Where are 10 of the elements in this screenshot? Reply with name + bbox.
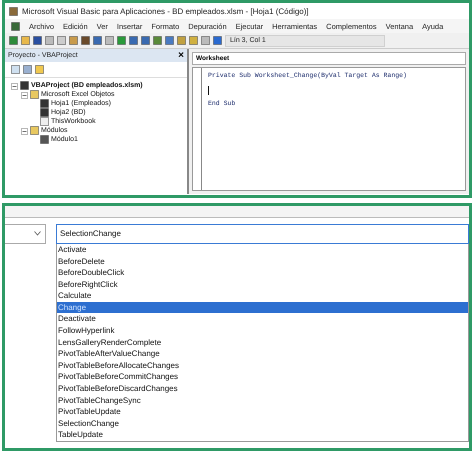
object-dropdown[interactable]	[5, 224, 46, 244]
close-button[interactable]: ×	[178, 50, 184, 60]
collapse-icon[interactable]	[21, 92, 28, 98]
collapse-icon[interactable]	[11, 82, 18, 90]
chevron-icon	[34, 231, 41, 236]
window-title: Microsoft Visual Basic para Aplicaciones - BD empleados.xlsm - [Hoja1 (Código)]	[22, 6, 309, 16]
collapse-icon[interactable]	[21, 128, 28, 134]
dropdown-option[interactable]: Change	[57, 302, 468, 314]
procedure-dropdown[interactable]: SelectionChange	[56, 224, 469, 244]
text-cursor	[208, 86, 209, 95]
